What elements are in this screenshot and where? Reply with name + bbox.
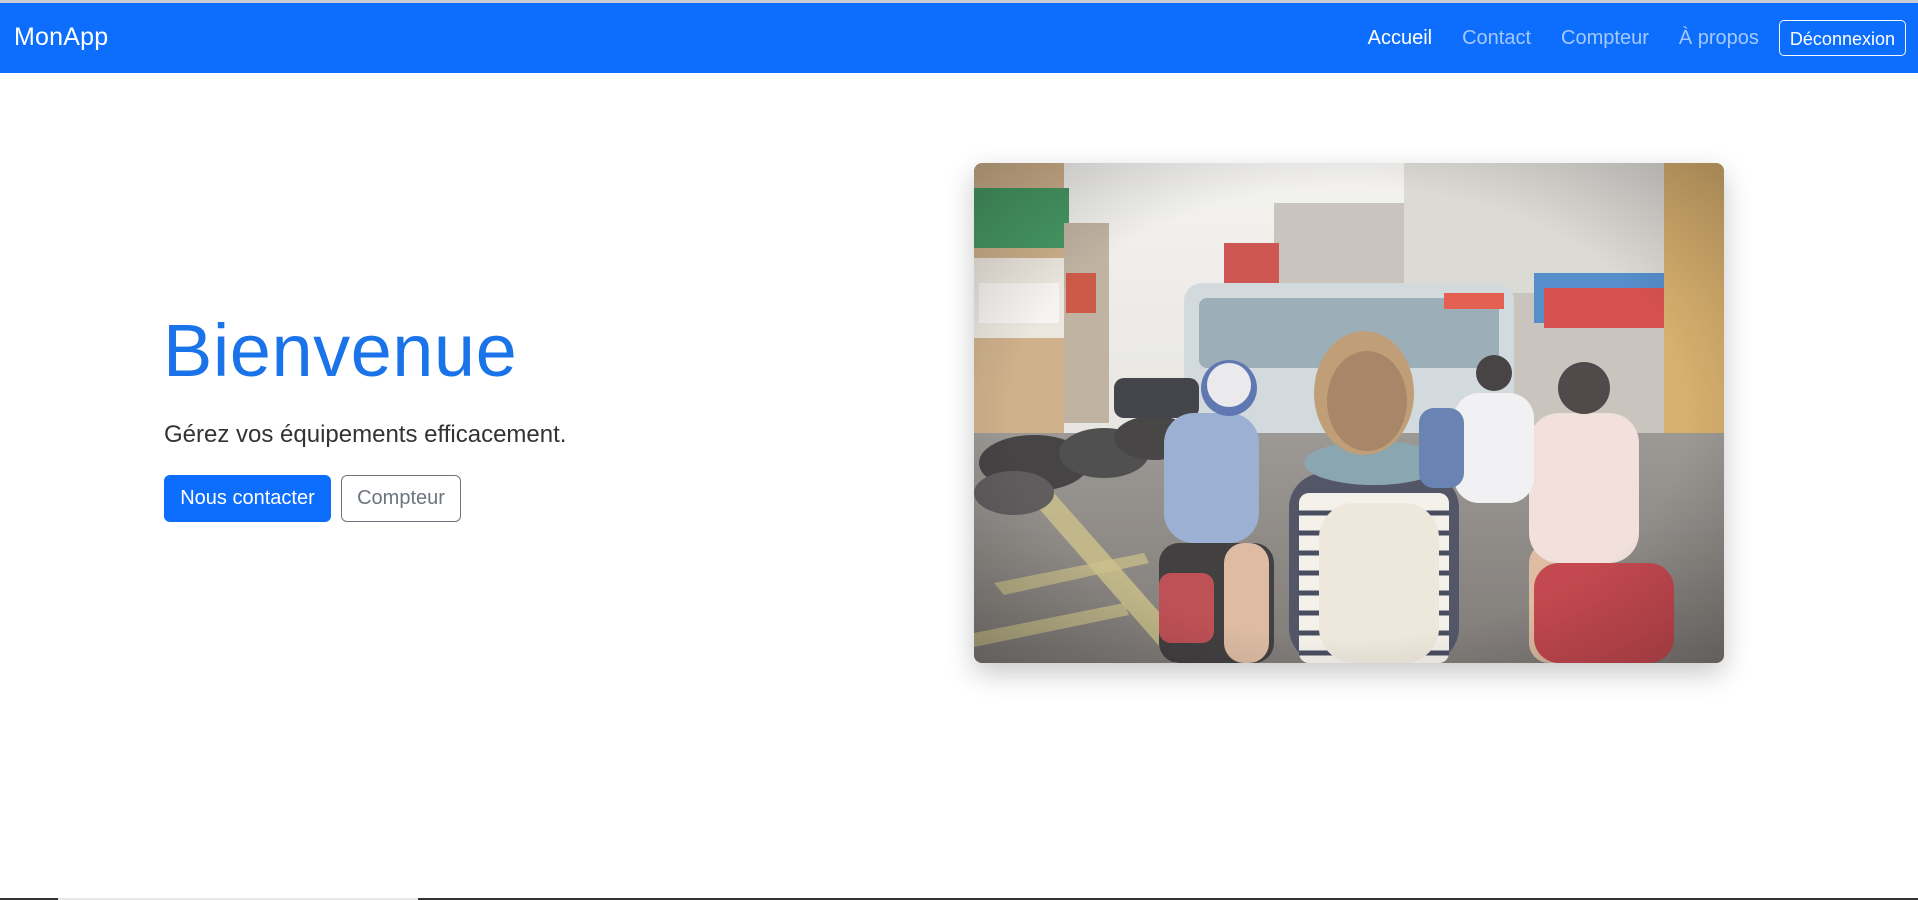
hero-street-photo [974, 163, 1724, 663]
nav-links: Accueil Contact Compteur À propos Déconn… [1353, 3, 1918, 73]
contact-button[interactable]: Nous contacter [164, 475, 331, 522]
compteur-button[interactable]: Compteur [341, 475, 461, 522]
nav-item-accueil[interactable]: Accueil [1353, 27, 1447, 50]
brand-logo[interactable]: MonApp [14, 23, 108, 52]
top-navbar: MonApp Accueil Contact Compteur À propos… [0, 3, 1918, 73]
nav-item-compteur[interactable]: Compteur [1546, 27, 1664, 50]
nav-item-contact[interactable]: Contact [1447, 27, 1546, 50]
logout-button[interactable]: Déconnexion [1778, 20, 1906, 56]
nav-item-a-propos[interactable]: À propos [1664, 27, 1774, 50]
street-scene-illustration [974, 163, 1724, 663]
hero-subtitle: Gérez vos équipements efficacement. [164, 421, 567, 448]
hero-title: Bienvenue [163, 309, 518, 392]
